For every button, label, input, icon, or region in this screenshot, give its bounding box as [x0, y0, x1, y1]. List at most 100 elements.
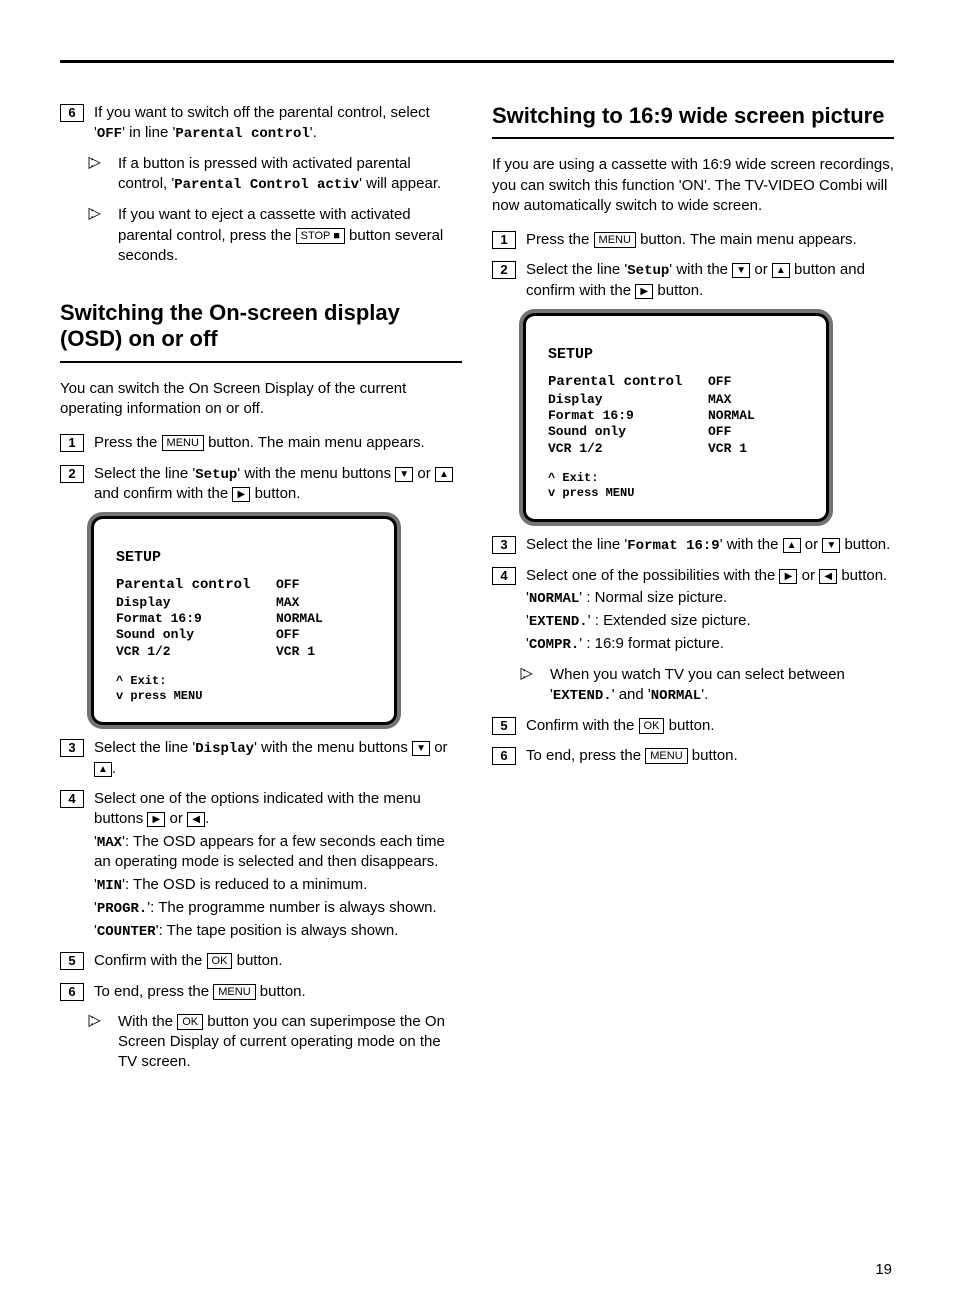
osd-val: NORMAL [276, 611, 323, 627]
text: : Extended size picture. [591, 612, 751, 629]
tip-tv-select: :▷ When you watch TV you can select betw… [522, 665, 894, 706]
text: button. The main menu appears. [636, 231, 857, 248]
step-text: Confirm with the OK button. [94, 951, 462, 971]
heading-rule [492, 137, 894, 139]
text: Select one of the options indicated with… [94, 790, 421, 827]
osd-row: DisplayMAX [548, 392, 804, 408]
mono-normal: NORMAL [651, 688, 701, 704]
heading-169: Switching to 16:9 wide screen picture [492, 103, 894, 131]
text: ' in line ' [122, 124, 175, 141]
step-169-6: 6 To end, press the MENU button. [492, 746, 894, 766]
step-169-3: 3 Select the line 'Format 16:9' with the… [492, 535, 894, 556]
step-text: Press the MENU button. The main menu app… [526, 230, 894, 250]
right-arrow-icon: ▶ [635, 284, 653, 299]
step-osd-1: 1 Press the MENU button. The main menu a… [60, 433, 462, 453]
mono-normal: NORMAL [529, 591, 579, 607]
mono-min: MIN [97, 878, 122, 894]
step-number: 5 [60, 952, 84, 970]
osd-footer: ^ Exit: v press MENU [116, 674, 372, 704]
mono-counter: COUNTER [97, 924, 156, 940]
text: Select one of the possibilities with the [526, 567, 779, 584]
step-169-1: 1 Press the MENU button. The main menu a… [492, 230, 894, 250]
osd-val: NORMAL [708, 408, 755, 424]
step-text: To end, press the MENU button. [94, 982, 462, 1002]
text: button. [653, 282, 703, 299]
osd-exit-line: v press MENU [548, 486, 804, 501]
step-number: 6 [60, 983, 84, 1001]
osd-row: VCR 1/2VCR 1 [548, 441, 804, 457]
text: button. [232, 952, 282, 969]
up-arrow-icon: ▲ [94, 762, 112, 777]
text: ' with the [720, 536, 783, 553]
intro-osd: You can switch the On Screen Display of … [60, 379, 462, 420]
step-169-2: 2 Select the line 'Setup' with the ▼ or … [492, 260, 894, 301]
text: Select the line ' [526, 536, 627, 553]
osd-key: Format 16:9 [116, 611, 276, 627]
down-arrow-icon: ▼ [732, 263, 750, 278]
option-progr: 'PROGR.': The programme number is always… [94, 898, 462, 919]
step-number: 3 [60, 739, 84, 757]
osd-row: Sound onlyOFF [116, 627, 372, 643]
step-text: Press the MENU button. The main menu app… [94, 433, 462, 453]
text: Press the [526, 231, 594, 248]
text: : The programme number is always shown. [150, 899, 437, 916]
mono-off: OFF [97, 126, 122, 142]
osd-val: OFF [276, 577, 299, 595]
osd-exit-line: ^ Exit: [548, 471, 804, 486]
osd-row: VCR 1/2VCR 1 [116, 644, 372, 660]
down-arrow-icon: ▼ [395, 467, 413, 482]
osd-val: VCR 1 [276, 644, 315, 660]
text: To end, press the [94, 983, 213, 1000]
step-osd-4: 4 Select one of the options indicated wi… [60, 789, 462, 941]
two-column-layout: 6 If you want to switch off the parental… [60, 103, 894, 1083]
text: button. [256, 983, 306, 1000]
text: To end, press the [526, 747, 645, 764]
mono-extend: EXTEND. [529, 614, 588, 630]
text: Confirm with the [526, 717, 639, 734]
osd-row: Parental controlOFF [116, 577, 372, 595]
tip-text: If a button is pressed with activated pa… [118, 154, 462, 195]
text: ' and ' [612, 686, 651, 703]
osd-exit-line: ^ Exit: [116, 674, 372, 689]
step-osd-3: 3 Select the line 'Display' with the men… [60, 738, 462, 779]
step-osd-2: 2 Select the line 'Setup' with the menu … [60, 464, 462, 505]
page-number: 19 [875, 1261, 892, 1278]
ok-button-label: OK [177, 1014, 203, 1030]
text: : Normal size picture. [582, 589, 727, 606]
osd-key: VCR 1/2 [548, 441, 708, 457]
text: : The OSD is reduced to a minimum. [125, 876, 367, 893]
text: button. [250, 485, 300, 502]
text: or [797, 567, 819, 584]
step-number: 2 [60, 465, 84, 483]
osd-screen-left: SETUP Parental controlOFF DisplayMAX For… [94, 519, 394, 722]
menu-button-label: MENU [645, 748, 687, 764]
text: button. [837, 567, 887, 584]
osd-val: MAX [708, 392, 731, 408]
text: Confirm with the [94, 952, 207, 969]
text: ' will appear. [359, 175, 441, 192]
step-169-5: 5 Confirm with the OK button. [492, 716, 894, 736]
text: button. [840, 536, 890, 553]
osd-title: SETUP [548, 346, 804, 365]
osd-row: Parental controlOFF [548, 374, 804, 392]
text: or [750, 261, 772, 278]
heading-rule [60, 361, 462, 363]
mono-parental-activ: Parental Control activ [174, 177, 359, 193]
text: Select the line ' [526, 261, 627, 278]
text: or [413, 465, 435, 482]
osd-val: VCR 1 [708, 441, 747, 457]
down-arrow-icon: ▼ [412, 741, 430, 756]
step-osd-5: 5 Confirm with the OK button. [60, 951, 462, 971]
option-extend: 'EXTEND.' : Extended size picture. [526, 611, 894, 632]
top-rule [60, 60, 894, 63]
down-arrow-icon: ▼ [822, 538, 840, 553]
mono-progr: PROGR. [97, 901, 147, 917]
osd-key: Display [548, 392, 708, 408]
tip-icon: :▷ [90, 154, 112, 195]
osd-row: Format 16:9NORMAL [548, 408, 804, 424]
text: or [165, 810, 187, 827]
mono-compr: COMPR. [529, 637, 579, 653]
tip-text: If you want to eject a cassette with act… [118, 205, 462, 266]
text: Select the line ' [94, 465, 195, 482]
mono-extend: EXTEND. [553, 688, 612, 704]
